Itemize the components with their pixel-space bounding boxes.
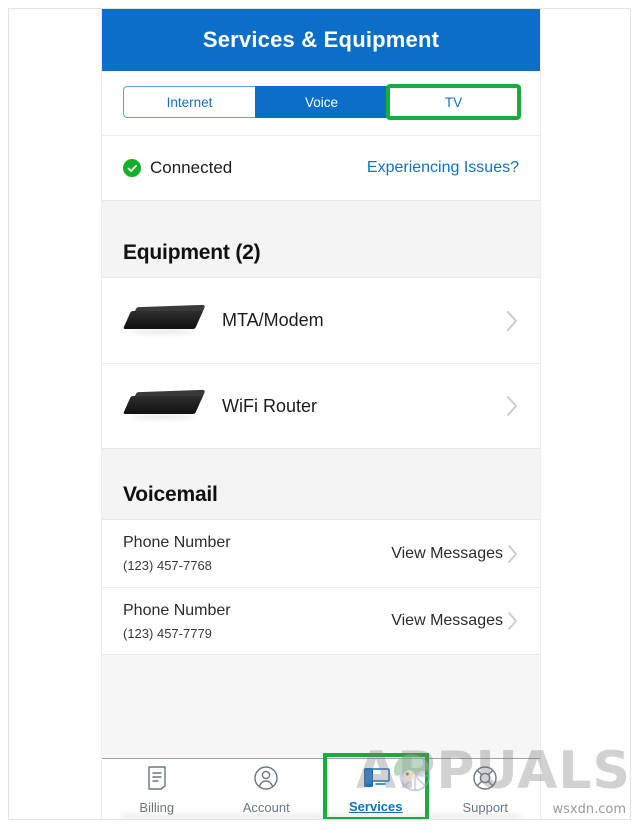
connection-status: Connected	[123, 158, 232, 178]
nav-item-services-label: Services	[349, 798, 403, 814]
voicemail-row[interactable]: Phone Number (123) 457-7768 View Message…	[102, 520, 540, 587]
lifebuoy-icon	[472, 765, 498, 796]
voicemail-info: Phone Number (123) 457-7768	[123, 534, 231, 573]
nav-item-billing[interactable]: Billing	[102, 759, 212, 819]
app-header: Services & Equipment	[102, 9, 540, 71]
connection-status-row: Connected Experiencing Issues?	[102, 136, 540, 200]
experiencing-issues-link[interactable]: Experiencing Issues?	[367, 159, 519, 177]
router-device-image	[122, 385, 206, 427]
status-label: Connected	[150, 158, 233, 177]
tab-voice[interactable]: Voice	[255, 86, 388, 118]
voicemail-info: Phone Number (123) 457-7779	[123, 602, 231, 641]
voicemail-section-header: Voicemail	[102, 448, 540, 520]
bottom-navigation: Billing Account Services Support	[102, 753, 541, 819]
page-frame: Services & Equipment Internet Voice TV C…	[8, 8, 631, 820]
mobile-app-screen: Services & Equipment Internet Voice TV C…	[101, 9, 541, 819]
nav-item-support[interactable]: Support	[431, 759, 541, 819]
voicemail-number: (123) 457-7779	[123, 625, 212, 641]
view-messages-label: View Messages	[391, 612, 503, 629]
equipment-section-header: Equipment (2)	[102, 200, 540, 278]
equipment-name: WiFi Router	[222, 395, 318, 416]
chevron-right-icon	[507, 611, 519, 631]
drop-shadow	[122, 814, 520, 819]
tab-internet[interactable]: Internet	[123, 86, 255, 118]
content-filler	[102, 654, 540, 758]
voicemail-heading: Voicemail	[123, 483, 218, 506]
voicemail-title: Phone Number	[123, 601, 231, 619]
page-title: Services & Equipment	[202, 27, 440, 52]
nav-item-billing-label: Billing	[139, 799, 175, 815]
voicemail-title: Phone Number	[123, 534, 231, 551]
person-circle-icon	[253, 765, 279, 796]
chevron-right-icon	[506, 395, 519, 417]
tab-tv-label: TV	[444, 94, 463, 110]
equipment-row-mta-modem[interactable]: MTA/Modem	[102, 278, 540, 363]
modem-device-image	[122, 300, 206, 342]
invoice-icon	[145, 765, 169, 796]
chevron-right-icon	[506, 310, 519, 332]
voicemail-row[interactable]: Phone Number (123) 457-7779 View Message…	[102, 587, 540, 654]
check-circle-icon	[123, 159, 141, 177]
view-messages-label: View Messages	[391, 544, 503, 562]
view-messages-action[interactable]: View Messages	[391, 611, 519, 631]
nav-item-services[interactable]: Services	[321, 753, 431, 819]
nav-item-support-label: Support	[462, 799, 509, 815]
tab-tv[interactable]: TV	[386, 84, 521, 120]
tab-internet-label: Internet	[166, 94, 213, 110]
voicemail-number: (123) 457-7768	[123, 558, 212, 573]
tab-voice-label: Voice	[304, 94, 339, 110]
service-tabs-container: Internet Voice TV	[102, 71, 540, 136]
devices-icon	[361, 766, 391, 795]
equipment-row-wifi-router[interactable]: WiFi Router	[102, 363, 540, 448]
nav-item-account[interactable]: Account	[212, 759, 322, 819]
service-tabs: Internet Voice TV	[123, 84, 521, 120]
view-messages-action[interactable]: View Messages	[391, 544, 519, 564]
source-watermark: wsxdn.com	[552, 802, 627, 817]
chevron-right-icon	[507, 544, 519, 564]
equipment-name: MTA/Modem	[222, 310, 324, 330]
nav-item-account-label: Account	[242, 799, 290, 815]
equipment-heading: Equipment (2)	[123, 241, 261, 264]
